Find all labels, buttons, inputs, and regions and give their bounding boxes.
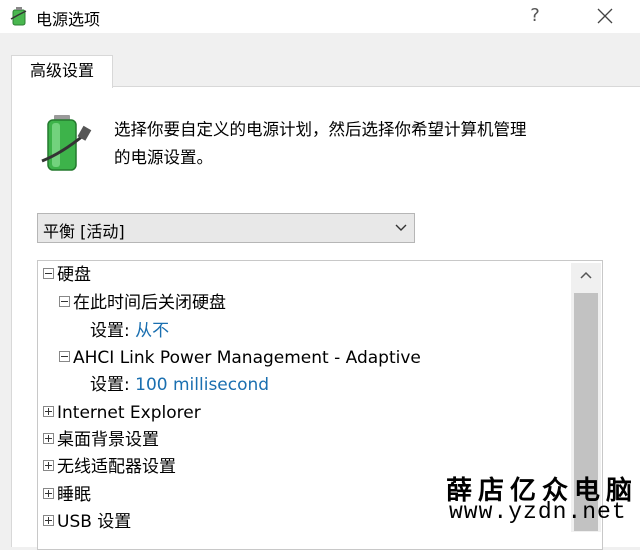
help-button[interactable]: ?: [518, 2, 552, 30]
expand-icon[interactable]: [43, 433, 54, 444]
tree-item-label: AHCI Link Power Management - Adaptive: [73, 348, 421, 368]
description-line-1: 选择你要自定义的电源计划，然后选择你希望计算机管理: [114, 120, 527, 139]
tree-item-label: 睡眠: [57, 485, 91, 505]
close-icon: [597, 8, 613, 24]
description-line-2: 的电源设置。: [114, 148, 213, 167]
expand-icon[interactable]: [43, 515, 54, 526]
power-plan-select[interactable]: 平衡 [活动]: [37, 213, 415, 243]
watermark-url: www.yzdn.net: [449, 499, 627, 525]
tree-item-ahci-link-power[interactable]: AHCI Link Power Management - Adaptive: [59, 345, 421, 371]
power-plan-value: 平衡 [活动]: [43, 222, 125, 241]
expand-icon[interactable]: [43, 488, 54, 499]
tree-item-wireless-adapter[interactable]: 无线适配器设置: [43, 454, 176, 480]
title-bar: 电源选项 ?: [0, 0, 640, 33]
tree-item-label: 无线适配器设置: [57, 457, 176, 477]
setting-label: 设置:: [90, 321, 130, 341]
tree-item-hard-disk[interactable]: 硬盘: [43, 262, 91, 288]
tree-item-label: USB 设置: [57, 512, 132, 532]
tree-item-turn-off-hard-disk[interactable]: 在此时间后关闭硬盘: [59, 290, 226, 316]
power-options-icon: [10, 7, 27, 26]
setting-value[interactable]: 从不: [135, 321, 169, 341]
tree-item-label: 在此时间后关闭硬盘: [73, 293, 226, 313]
tree-item-label: 桌面背景设置: [57, 430, 159, 450]
scroll-up-button[interactable]: [571, 263, 601, 287]
collapse-icon[interactable]: [59, 296, 70, 307]
window-title: 电源选项: [36, 10, 101, 29]
tree-item-label: Internet Explorer: [57, 403, 201, 423]
tree-item-desktop-background[interactable]: 桌面背景设置: [43, 427, 159, 453]
expand-icon[interactable]: [43, 406, 54, 417]
tree-item-usb-settings[interactable]: USB 设置: [43, 509, 131, 535]
tree-item-label: 硬盘: [57, 265, 91, 285]
setting-label: 设置:: [90, 375, 130, 395]
tree-setting-ahci-link-power[interactable]: 设置: 100 millisecond: [90, 372, 269, 398]
tab-advanced-settings[interactable]: 高级设置: [11, 55, 113, 88]
plan-description: 选择你要自定义的电源计划，然后选择你希望计算机管理 的电源设置。: [114, 116, 614, 172]
tree-item-sleep[interactable]: 睡眠: [43, 482, 91, 508]
expand-icon[interactable]: [43, 460, 54, 471]
tree-item-internet-explorer[interactable]: Internet Explorer: [43, 400, 201, 426]
collapse-icon[interactable]: [59, 351, 70, 362]
setting-value[interactable]: 100 millisecond: [135, 375, 269, 395]
chevron-down-icon: [395, 224, 407, 231]
close-button[interactable]: [588, 2, 622, 30]
tree-setting-turn-off-hard-disk[interactable]: 设置: 从不: [90, 318, 169, 344]
battery-plug-icon: [41, 115, 92, 171]
collapse-icon[interactable]: [43, 268, 54, 279]
chevron-up-icon: [580, 271, 592, 279]
